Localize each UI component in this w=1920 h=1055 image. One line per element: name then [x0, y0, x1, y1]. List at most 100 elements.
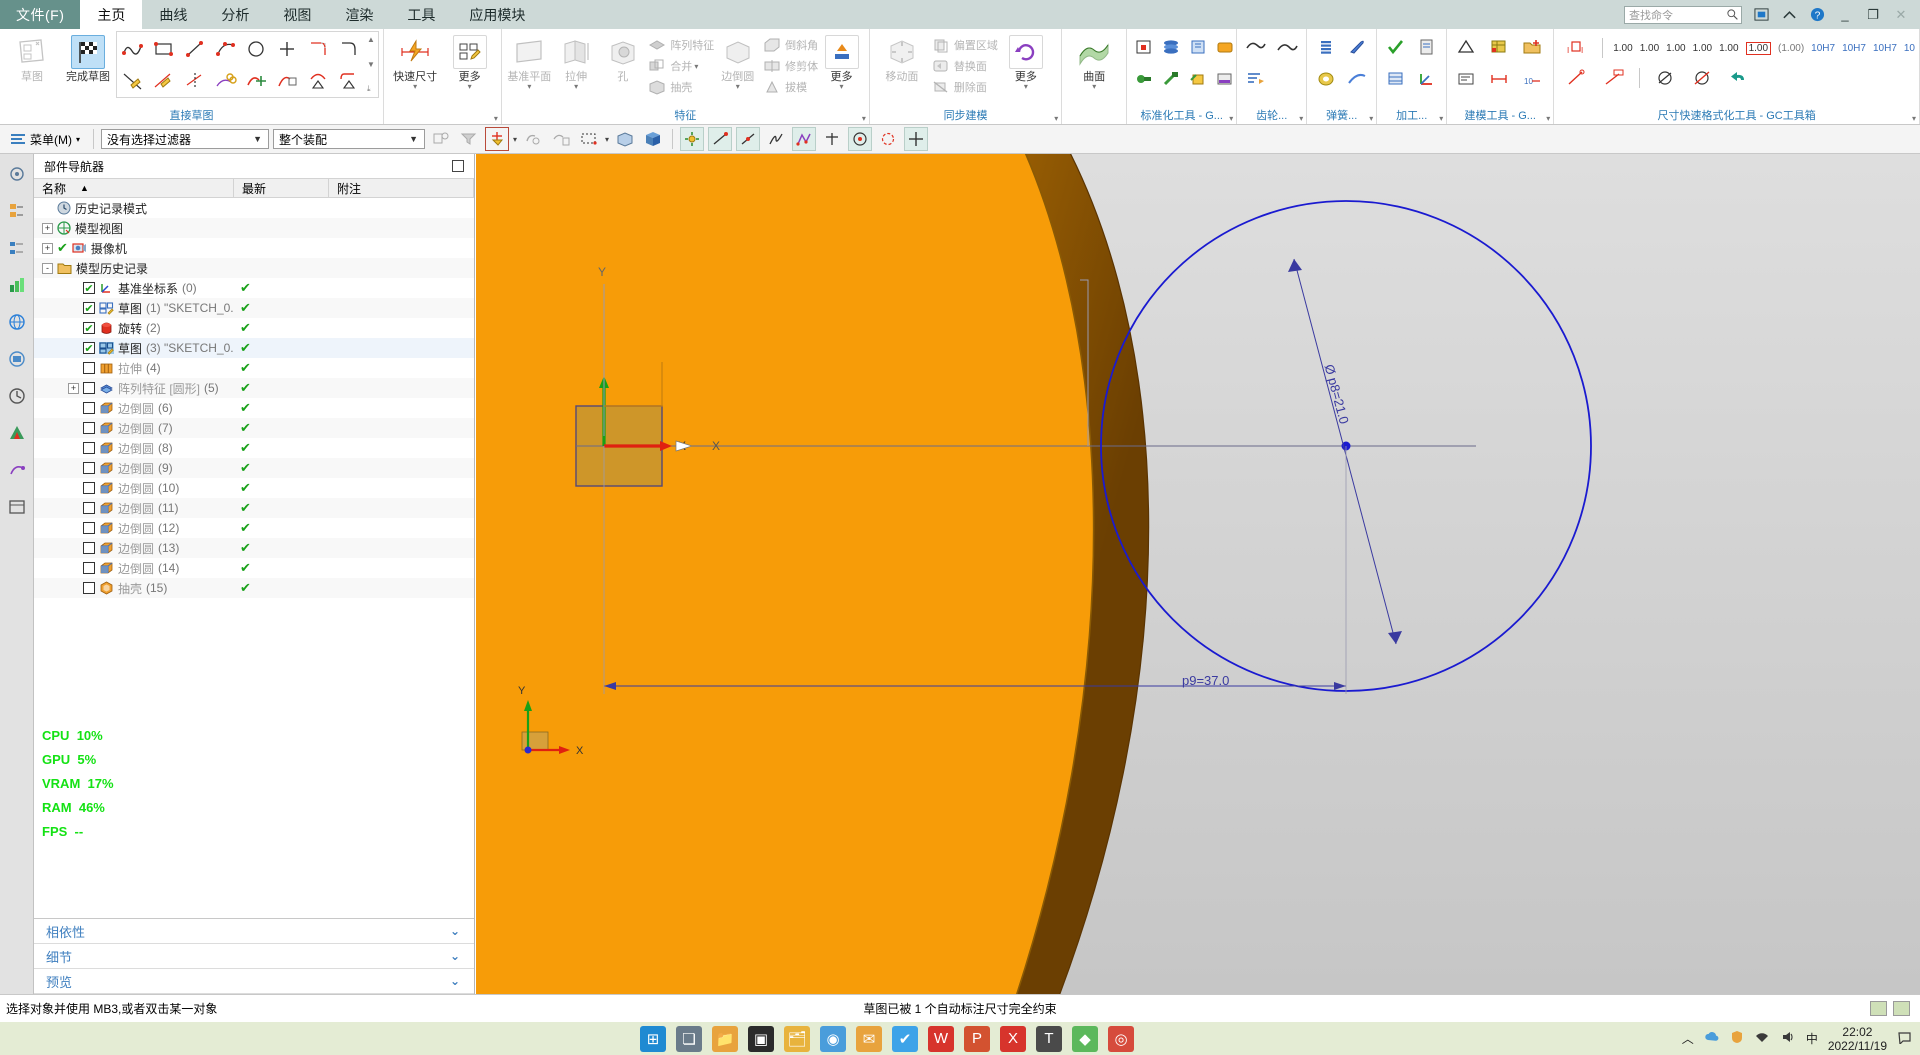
- draft-button[interactable]: 拔模: [761, 78, 818, 96]
- ribbon-group-label-modeling[interactable]: 建模工具 - G...: [1451, 109, 1549, 124]
- datum-plane-dropdown[interactable]: ▾: [527, 83, 531, 91]
- hole-button[interactable]: 孔: [600, 31, 647, 83]
- undo-icon[interactable]: [1724, 63, 1754, 94]
- polygon-constraint-icon[interactable]: [335, 65, 365, 96]
- feature-suppress-checkbox[interactable]: [83, 482, 95, 494]
- tree-row[interactable]: 边倒圆 (14) ✔: [34, 558, 474, 578]
- tree-row[interactable]: ✔ 旋转 (2) ✔: [34, 318, 474, 338]
- dia-icon[interactable]: [1650, 63, 1680, 94]
- feature-suppress-checkbox[interactable]: ✔: [83, 342, 95, 355]
- spring-leaf-icon[interactable]: [1342, 63, 1372, 94]
- tree-row[interactable]: - 模型历史记录: [34, 258, 474, 278]
- dim-value-10[interactable]: 10: [1904, 43, 1915, 54]
- feature-suppress-checkbox[interactable]: ✔: [83, 302, 95, 315]
- expand-icon[interactable]: +: [42, 222, 53, 234]
- edge-blend-button[interactable]: 边倒圆 ▾: [714, 31, 761, 91]
- wps-button[interactable]: W: [928, 1025, 954, 1052]
- tasks-button[interactable]: ✔: [892, 1025, 918, 1052]
- feature-suppress-checkbox[interactable]: ✔: [83, 322, 95, 335]
- tree-row[interactable]: 抽壳 (15) ✔: [34, 578, 474, 598]
- unite-button[interactable]: 合并 ▾: [646, 57, 714, 75]
- dim-value-0[interactable]: 1.00: [1613, 43, 1632, 54]
- make-corner-icon[interactable]: [180, 65, 210, 96]
- menu-file[interactable]: 文件(F): [0, 0, 81, 29]
- chamfer-icon[interactable]: [335, 33, 365, 64]
- quick-extend-icon[interactable]: [149, 65, 179, 96]
- excel-button[interactable]: X: [1000, 1025, 1026, 1052]
- ribbon-tab-home[interactable]: 主页: [80, 0, 143, 29]
- more-sketch-dropdown[interactable]: ▾: [468, 83, 472, 91]
- terminal-button[interactable]: ▣: [748, 1025, 774, 1052]
- nx-button[interactable]: ◆: [1072, 1025, 1098, 1052]
- ribbon-tab-curve[interactable]: 曲线: [142, 0, 204, 29]
- ribbon-group-label-spring[interactable]: 弹簧...: [1311, 109, 1372, 124]
- sketch-line2-icon[interactable]: [736, 127, 761, 151]
- sketch-perp-icon[interactable]: [820, 127, 844, 151]
- chrome-alt-button[interactable]: ◉: [820, 1025, 846, 1052]
- ribbon-tab-analysis[interactable]: 分析: [204, 0, 266, 29]
- fillet-icon[interactable]: [304, 33, 334, 64]
- task-view-button[interactable]: ❏: [676, 1025, 702, 1052]
- selection-point-icon[interactable]: [485, 127, 510, 151]
- feature-group-expander[interactable]: ▾: [862, 114, 866, 123]
- tree-row[interactable]: 边倒圆 (6) ✔: [34, 398, 474, 418]
- std-bolt-icon[interactable]: [1131, 63, 1157, 94]
- chamfer-feature-button[interactable]: 倒斜角: [761, 36, 818, 54]
- taskbar-clock[interactable]: 22:02 2022/11/19: [1828, 1025, 1887, 1053]
- tree-row[interactable]: 拉伸 (4) ✔: [34, 358, 474, 378]
- gear-helical-icon[interactable]: [1272, 31, 1302, 62]
- extrude-dropdown[interactable]: ▾: [574, 83, 578, 91]
- history-icon[interactable]: [5, 384, 29, 408]
- sync-group-expander[interactable]: ▾: [1054, 114, 1058, 123]
- accordion-dependencies[interactable]: 相依性 ⌄: [34, 919, 474, 944]
- orient-view-icon[interactable]: [641, 127, 665, 151]
- dim-value-5[interactable]: 1.00: [1745, 41, 1772, 55]
- tree-row[interactable]: 边倒圆 (7) ✔: [34, 418, 474, 438]
- selection-point-dropdown[interactable]: ▾: [513, 135, 517, 144]
- command-search-input[interactable]: 查找命令: [1624, 5, 1742, 24]
- feature-suppress-checkbox[interactable]: [83, 502, 95, 514]
- constraints-icon[interactable]: [211, 65, 241, 96]
- roles-icon[interactable]: [5, 421, 29, 445]
- feature-suppress-checkbox[interactable]: [83, 582, 95, 594]
- tree-row[interactable]: 边倒圆 (11) ✔: [34, 498, 474, 518]
- dim-slash-icon[interactable]: [1562, 63, 1592, 94]
- model-triangle-icon[interactable]: [1451, 31, 1481, 62]
- dim-value-6[interactable]: (1.00): [1778, 43, 1804, 54]
- tree-row[interactable]: ✔ 草图 (1) "SKETCH_0... ✔: [34, 298, 474, 318]
- feature-suppress-checkbox[interactable]: [83, 462, 95, 474]
- scroll-up-icon[interactable]: ▲: [367, 35, 375, 44]
- feature-suppress-checkbox[interactable]: [83, 542, 95, 554]
- std-hammer-icon[interactable]: [1158, 63, 1184, 94]
- column-header-uptodate[interactable]: 最新: [234, 179, 329, 197]
- dia-slash-icon[interactable]: [1687, 63, 1717, 94]
- surface-dropdown[interactable]: ▾: [1092, 83, 1096, 91]
- quick-trim-icon[interactable]: [118, 65, 148, 96]
- standard-group-expander[interactable]: ▾: [1229, 114, 1233, 123]
- move-curve-icon[interactable]: [242, 65, 272, 96]
- tree-row[interactable]: ✔ 基准坐标系 (0) ✔: [34, 278, 474, 298]
- shell-button[interactable]: 抽壳: [646, 78, 714, 96]
- scroll-more-icon[interactable]: ⤓: [367, 84, 375, 94]
- reuse-library-icon[interactable]: [5, 273, 29, 297]
- zoom-object-icon[interactable]: [549, 127, 573, 151]
- close-button[interactable]: ✕: [1892, 6, 1910, 24]
- mfg-axis-icon[interactable]: [1412, 63, 1442, 94]
- spring-coil-icon[interactable]: [1311, 31, 1341, 62]
- sketch-point-icon[interactable]: [680, 127, 705, 151]
- collapse-icon[interactable]: -: [42, 262, 53, 274]
- tree-row[interactable]: 历史记录模式: [34, 198, 474, 218]
- pattern-feature-button[interactable]: 阵列特征: [646, 36, 714, 54]
- graphics-viewport[interactable]: X Y X Ø p8=21.0 p9=37.: [476, 154, 1920, 994]
- expand-icon[interactable]: +: [42, 242, 53, 254]
- delete-face-button[interactable]: 删除面: [930, 78, 998, 96]
- replace-face-button[interactable]: 替换面: [930, 57, 998, 75]
- cloud-icon[interactable]: [1704, 1030, 1720, 1047]
- tree-row[interactable]: + 阵列特征 [圆形] (5) ✔: [34, 378, 474, 398]
- more-sync-dropdown[interactable]: ▾: [1024, 83, 1028, 91]
- tree-row[interactable]: 边倒圆 (8) ✔: [34, 438, 474, 458]
- dim-value-3[interactable]: 1.00: [1693, 43, 1712, 54]
- finish-sketch-button[interactable]: 完成草图: [60, 31, 116, 83]
- constraint-navigator-icon[interactable]: [5, 236, 29, 260]
- expand-icon[interactable]: +: [68, 382, 79, 394]
